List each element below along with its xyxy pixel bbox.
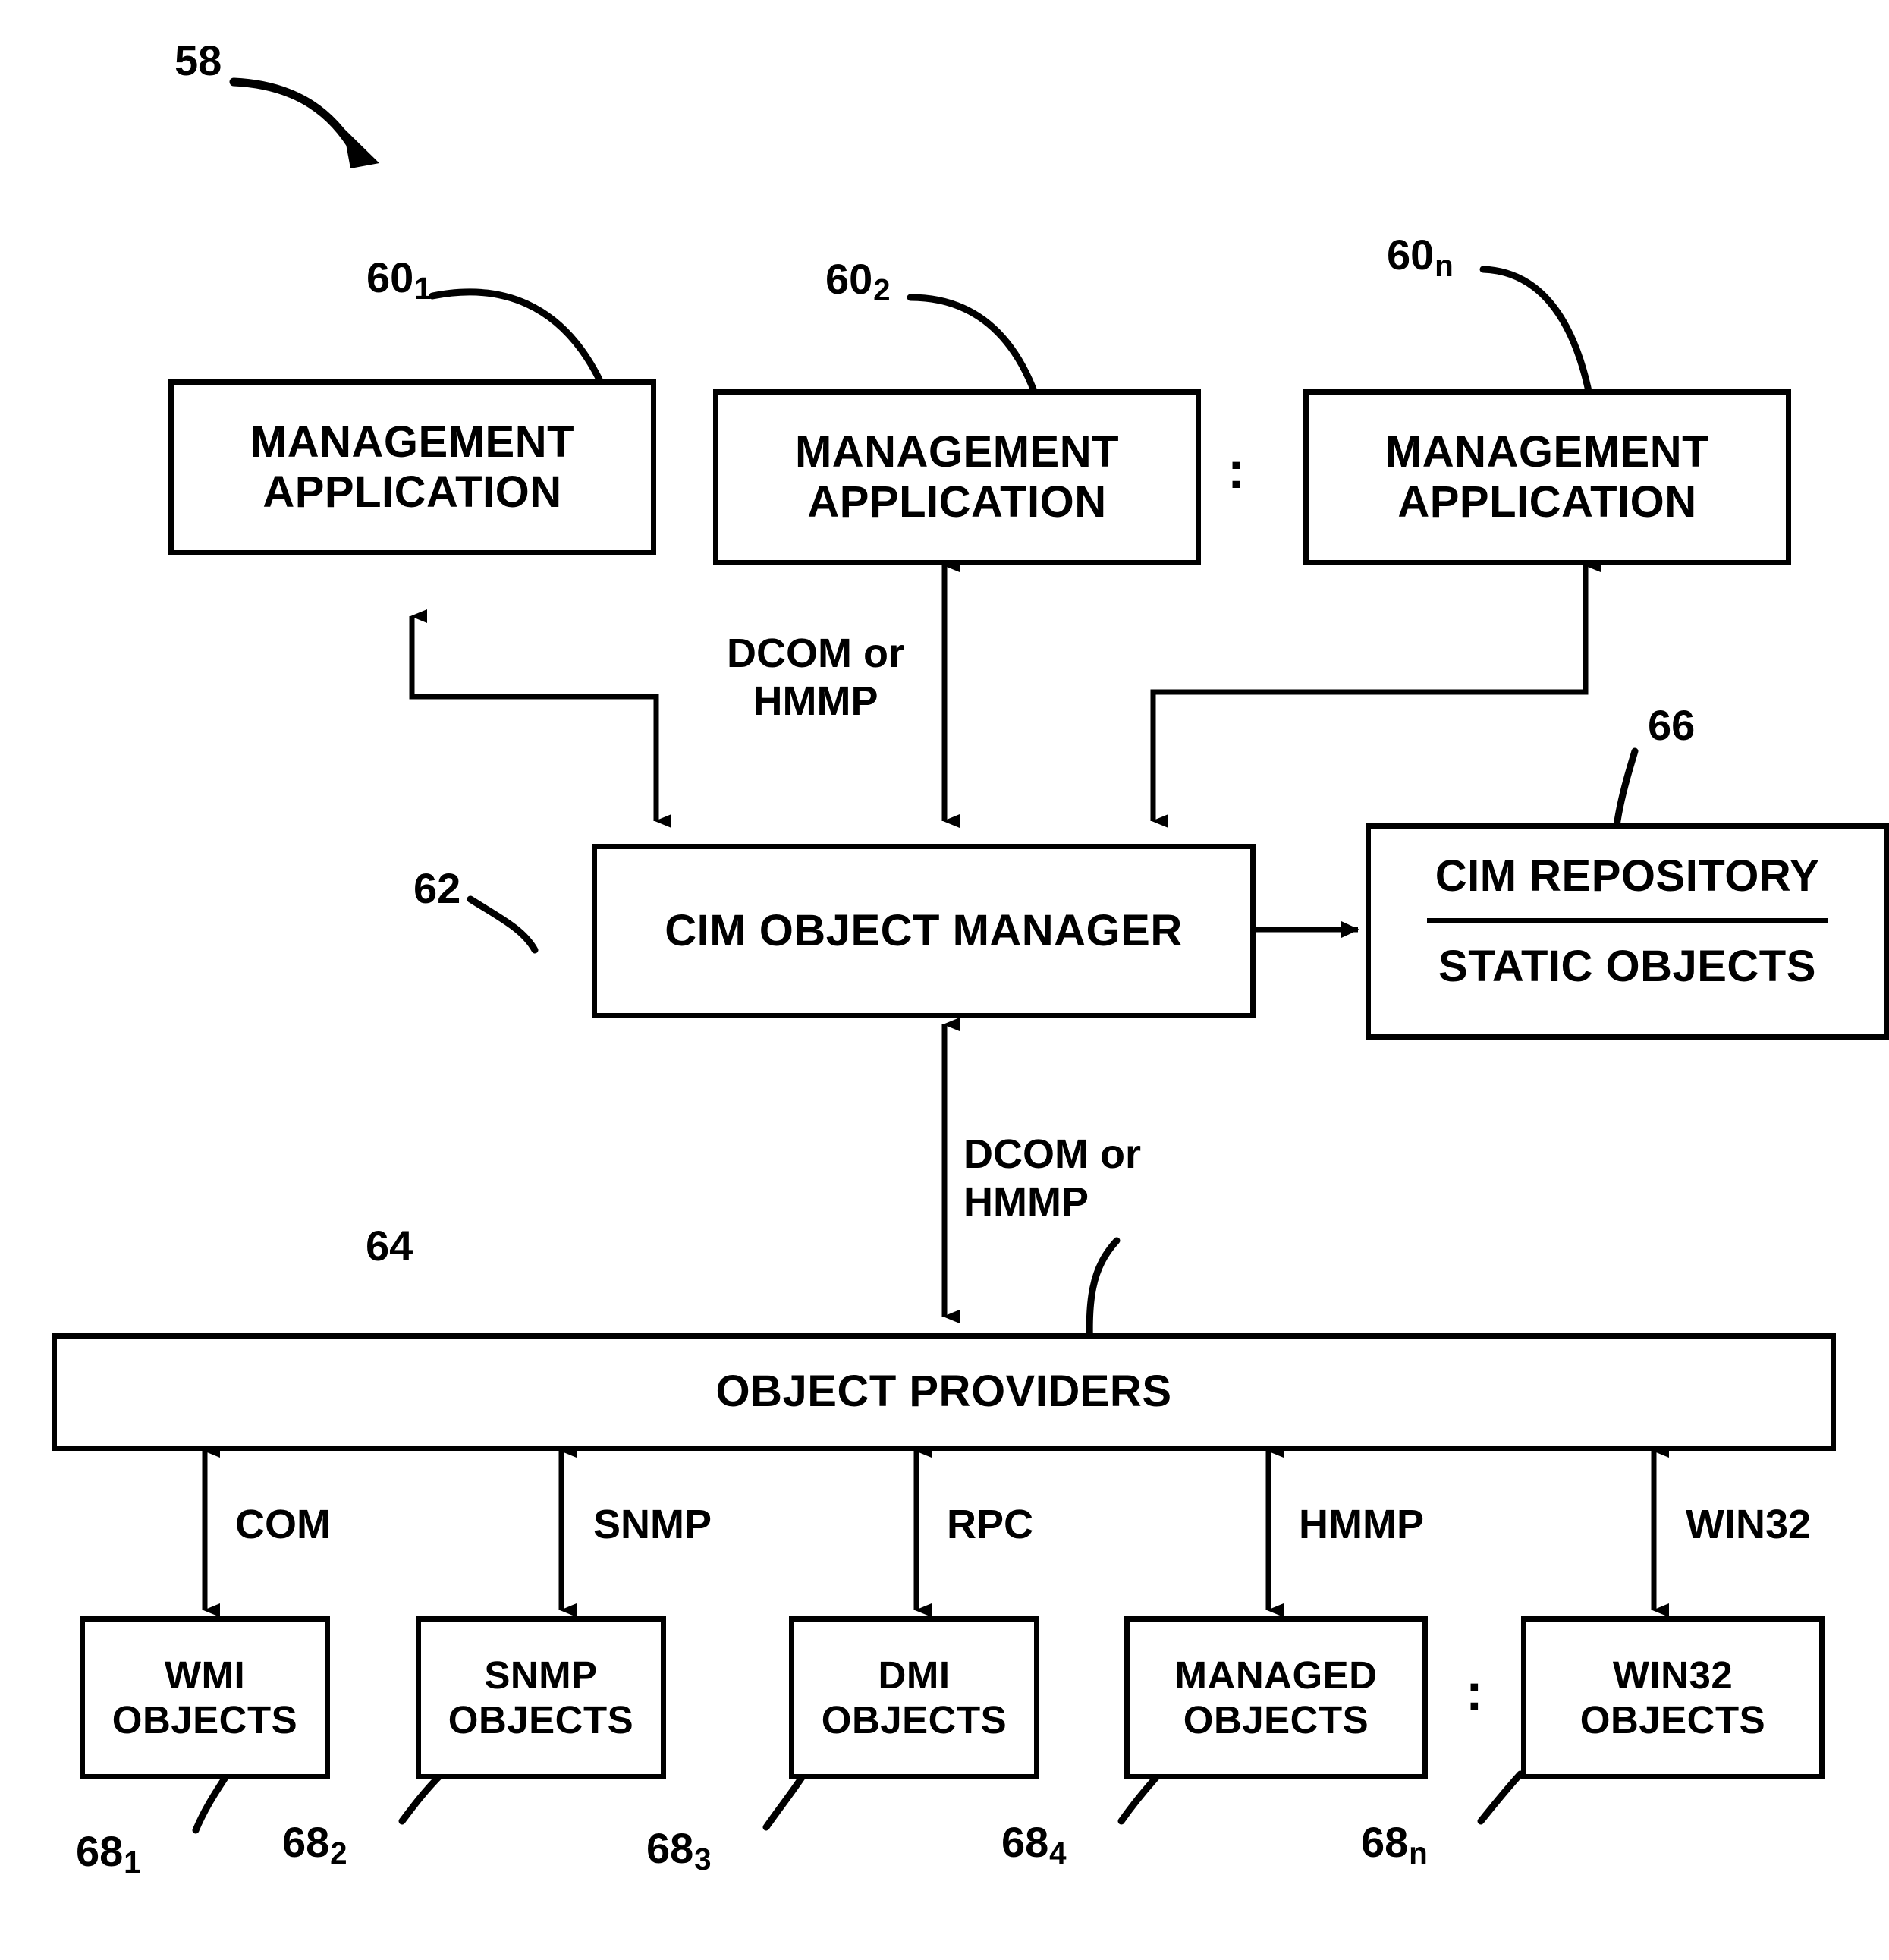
snmp-objects-line2: OBJECTS [448,1697,634,1741]
snmp-objects-line1: SNMP [484,1653,598,1697]
edge-label-manager-to-providers: DCOM or HMMP [963,1131,1206,1225]
ref-60-2-number: 60 [825,255,873,303]
managed-objects-line1: MANAGED [1174,1653,1378,1697]
cim-object-manager-label: CIM OBJECT MANAGER [665,905,1183,955]
object-providers-box[interactable]: OBJECT PROVIDERS [52,1333,1836,1451]
ref-60-1: 601 [366,253,432,304]
ref-68-1: 681 [76,1827,141,1878]
wmi-objects-box[interactable]: WMI OBJECTS [80,1616,330,1779]
edge-label-apps-line2: HMMP [753,678,878,724]
protocol-label-hmmp: HMMP [1299,1502,1424,1547]
ref-68-2-number: 68 [282,1818,330,1866]
managed-objects-line2: OBJECTS [1183,1697,1369,1741]
ref-68-2-subscript: 2 [330,1835,347,1870]
management-application-1-line2: APPLICATION [262,467,562,517]
wmi-objects-line2: OBJECTS [112,1697,298,1741]
ref-58: 58 [174,36,222,84]
management-application-box-2[interactable]: MANAGEMENT APPLICATION [713,389,1201,565]
ref-68-1-subscript: 1 [124,1844,141,1880]
protocol-label-snmp: SNMP [593,1502,712,1547]
cim-object-manager-box[interactable]: CIM OBJECT MANAGER [592,844,1256,1018]
cim-repository-title: CIM REPOSITORY [1435,851,1820,901]
ref-68-3-number: 68 [646,1824,694,1872]
management-application-box-3[interactable]: MANAGEMENT APPLICATION [1303,389,1791,565]
ref-60-2-subscript: 2 [873,272,891,307]
wmi-objects-line1: WMI [164,1653,246,1697]
ref-60-n-number: 60 [1387,231,1435,278]
ellipsis-between-apps: : [1227,442,1245,499]
ref-68-4-subscript: 4 [1049,1835,1067,1870]
ref-60-2: 602 [825,255,891,306]
cim-repository-box[interactable]: CIM REPOSITORY STATIC OBJECTS [1366,823,1889,1040]
dmi-objects-line2: OBJECTS [821,1697,1007,1741]
cim-repository-divider [1427,918,1828,924]
edge-app1-to-manager [409,609,671,828]
ref-68-1-number: 68 [76,1827,124,1875]
edge-label-apps-to-manager: DCOM or HMMP [702,630,929,725]
management-application-box-1[interactable]: MANAGEMENT APPLICATION [168,379,656,555]
ref-66: 66 [1648,701,1696,749]
protocol-label-rpc: RPC [947,1502,1034,1547]
edge-label-providers-line2: HMMP [963,1178,1089,1225]
edge-app3-to-manager [1150,558,1601,828]
object-providers-label: OBJECT PROVIDERS [715,1367,1172,1417]
figure-leader-58-arrowhead [343,127,379,168]
management-application-1-line1: MANAGEMENT [250,417,575,467]
managed-objects-box[interactable]: MANAGED OBJECTS [1124,1616,1428,1779]
ref-68-4: 684 [1001,1818,1067,1869]
cim-repository-static-objects: STATIC OBJECTS [1438,942,1816,992]
ref-68-n: 68n [1361,1818,1428,1869]
edge-label-apps-line1: DCOM or [727,631,904,676]
patent-figure-canvas: 58 601 602 60n 62 66 64 681 682 683 684 … [0,0,1889,1960]
ref-60-n-subscript: n [1435,247,1454,283]
management-application-2-line2: APPLICATION [807,477,1107,527]
dmi-objects-line1: DMI [878,1653,951,1697]
management-application-3-line2: APPLICATION [1397,477,1697,527]
snmp-objects-box[interactable]: SNMP OBJECTS [416,1616,666,1779]
dmi-objects-box[interactable]: DMI OBJECTS [789,1616,1039,1779]
ellipsis-between-object-boxes: : [1466,1663,1483,1721]
win32-objects-box[interactable]: WIN32 OBJECTS [1521,1616,1825,1779]
ref-68-n-subscript: n [1409,1835,1428,1870]
win32-objects-line2: OBJECTS [1579,1697,1766,1741]
win32-objects-line1: WIN32 [1612,1653,1733,1697]
protocol-label-win32: WIN32 [1686,1502,1812,1547]
management-application-3-line1: MANAGEMENT [1385,426,1710,477]
figure-leader-58 [229,77,360,156]
ref-68-2: 682 [282,1818,347,1869]
protocol-label-com: COM [235,1502,331,1547]
ref-64: 64 [366,1222,413,1269]
ref-68-n-number: 68 [1361,1818,1409,1866]
ref-60-n: 60n [1387,231,1454,282]
edge-label-providers-line1: DCOM or [963,1131,1141,1177]
ref-68-3: 683 [646,1824,712,1875]
ref-60-1-number: 60 [366,253,414,301]
management-application-2-line1: MANAGEMENT [794,426,1120,477]
ref-60-1-subscript: 1 [414,270,432,306]
ref-68-3-subscript: 3 [694,1841,712,1877]
ref-62: 62 [413,864,461,912]
ref-68-4-number: 68 [1001,1818,1049,1866]
